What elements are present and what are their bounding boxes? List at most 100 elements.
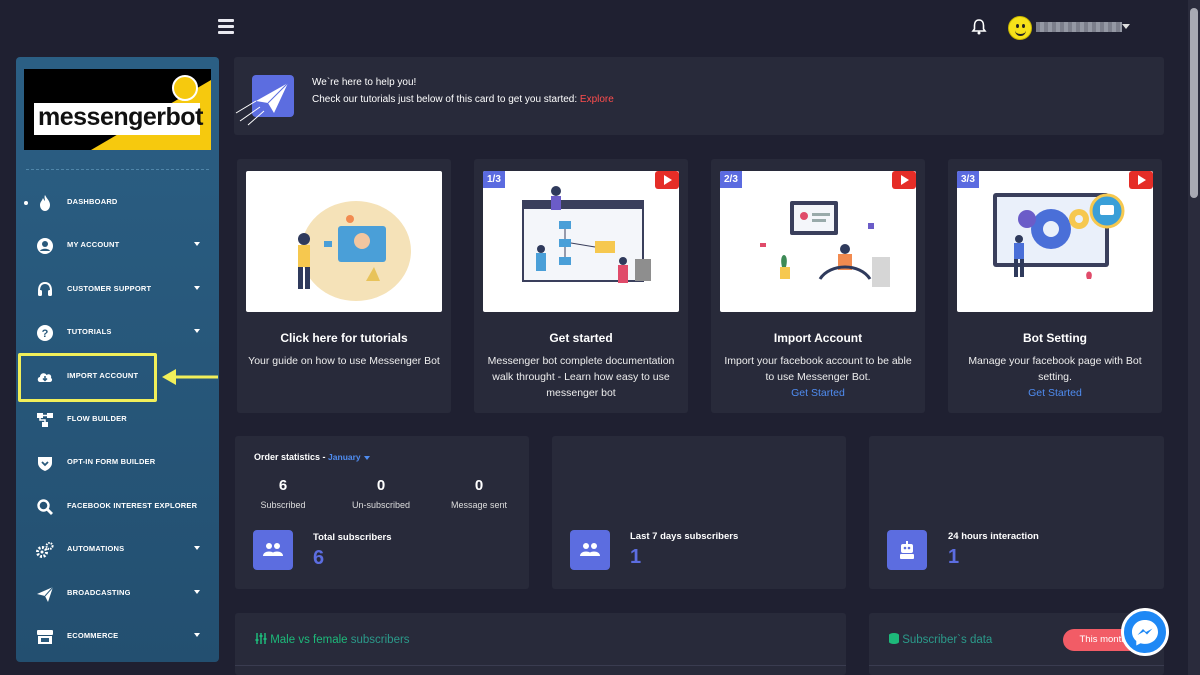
paper-plane-icon [235,75,294,126]
sidebar-item-flow-builder[interactable]: FLOW BUILDER [16,400,219,440]
sidebar-item-label: CUSTOMER SUPPORT [67,284,152,293]
logo-text-accent: bot [165,103,204,131]
username-blurred[interactable] [1036,22,1122,32]
scrollbar[interactable] [1188,0,1200,675]
order-statistics-label: Order statistics - [254,452,326,462]
tutorial-illustration [522,186,651,283]
sidebar-item-label: TUTORIALS [67,327,112,336]
logo-text-main: messenger [38,103,166,131]
tutorial-thumbnail[interactable] [246,171,442,312]
subscriber-data-card: Subscriber`s data This month [869,613,1164,675]
tutorial-card: 3/3 Bot Setting Manage your facebook pag… [948,159,1162,413]
sidebar-item-label: BROADCASTING [67,588,131,597]
stat-caption: Subscribed [260,500,306,510]
divider [869,665,1164,666]
paper-plane-icon [37,586,54,602]
chevron-down-icon[interactable] [363,455,370,460]
messenger-icon [1132,620,1158,646]
stat-caption: Un-subscribed [351,500,411,510]
last-7-days-value: 1 [630,546,642,568]
messenger-chat-button[interactable] [1121,608,1169,656]
last-7-days-label: Last 7 days subscribers [630,531,739,542]
tutorial-desc: Your guide on how to use Messenger Bot [245,353,443,369]
sidebar-item-dashboard[interactable]: DASHBOARD [16,183,219,223]
order-statistics-card: Order statistics - January 6 Subscribed … [235,436,529,589]
hamburger-icon[interactable] [218,19,234,34]
chevron-down-icon [194,590,200,594]
sidebar-item-broadcasting[interactable]: BROADCASTING [16,574,219,614]
divider [26,169,209,170]
question-icon: ? [37,325,53,341]
step-badge: 2/3 [720,171,742,188]
interaction-value: 1 [948,546,960,568]
sidebar: messengerbot DASHBOARD MY ACCOUNT CUSTOM… [16,57,219,662]
tutorial-thumbnail[interactable]: 1/3 [483,171,679,312]
search-icon [37,499,53,515]
tutorial-thumbnail[interactable]: 2/3 [720,171,916,312]
step-badge: 1/3 [483,171,505,188]
sidebar-item-ecommerce[interactable]: ECOMMERCE [16,617,219,657]
total-subscribers-value: 6 [313,547,325,569]
sidebar-item-automations[interactable]: AUTOMATIONS [16,530,219,570]
logo[interactable]: messengerbot [24,69,211,150]
flow-icon [37,413,53,427]
tutorial-desc-text: Manage your facebook page with Bot setti… [968,355,1142,383]
sidebar-item-label: ECOMMERCE [67,631,119,640]
svg-text:?: ? [42,328,49,340]
chevron-down-icon[interactable] [1122,24,1130,29]
sidebar-item-label: FLOW BUILDER [67,414,127,423]
chevron-down-icon [194,633,200,637]
help-line-text: Check our tutorials just below of this c… [312,94,578,105]
youtube-play-icon[interactable] [892,171,916,189]
sidebar-item-my-account[interactable]: MY ACCOUNT [16,226,219,266]
help-title: We`re here to help you! [312,77,417,88]
tutorial-title: Import Account [773,331,863,345]
tutorial-illustration [298,201,411,301]
stat-value: 0 [376,477,386,494]
sidebar-item-tutorials[interactable]: ? TUTORIALS [16,313,219,353]
gender-chart-card: Male vs female subscribers [235,613,846,675]
sliders-icon [255,633,267,644]
get-started-link[interactable]: Get Started [1028,387,1082,399]
explore-link[interactable]: Explore [580,94,614,105]
top-navbar [0,0,1200,56]
user-icon [37,238,53,254]
robot-icon [887,530,927,570]
tutorial-card: 1/3 Get started Messenger bot complete d… [474,159,688,413]
tutorial-card: 2/3 Import Account Import your facebook … [711,159,925,413]
subscriber-data-text: Subscriber`s data [902,634,993,646]
shield-icon [38,457,52,471]
avatar[interactable] [1008,16,1032,40]
month-dropdown[interactable]: January [328,452,361,462]
help-card: We`re here to help you! Check our tutori… [234,57,1164,135]
sidebar-item-facebook-interest-explorer[interactable]: FACEBOOK INTEREST EXPLORER [16,487,219,527]
sidebar-item-label: FACEBOOK INTEREST EXPLORER [67,501,198,510]
stat-subscribed: 6 Subscribed [238,477,328,510]
stat-message-sent: 0 Message sent [434,477,524,510]
active-dot [24,201,28,205]
stat-unsubscribed: 0 Un-subscribed [336,477,426,510]
last-7-days-card: Last 7 days subscribers 1 [552,436,846,589]
gender-chart-title: Male vs female subscribers [255,633,410,646]
interaction-card: 24 hours interaction 1 [869,436,1164,589]
youtube-play-icon[interactable] [1129,171,1153,189]
subscriber-data-title: Subscriber`s data [889,633,992,646]
tutorial-desc: Manage your facebook page with Bot setti… [956,353,1154,401]
tutorial-card: Click here for tutorials Your guide on h… [237,159,451,413]
sidebar-item-label: MY ACCOUNT [67,240,120,249]
sidebar-item-customer-support[interactable]: CUSTOMER SUPPORT [16,270,219,310]
tutorial-desc-text: Your guide on how to use Messenger Bot [248,355,440,367]
scrollbar-thumb[interactable] [1190,8,1198,198]
order-statistics-heading: Order statistics - January [254,452,370,462]
get-started-link[interactable]: Get Started [791,387,845,399]
stat-value: 6 [278,477,288,494]
divider [235,665,846,666]
youtube-play-icon[interactable] [655,171,679,189]
tutorial-thumbnail[interactable]: 3/3 [957,171,1153,312]
tutorial-illustration [993,193,1125,279]
gender-title-main: Male vs female [270,634,348,646]
sidebar-item-opt-in-form-builder[interactable]: OPT-IN FORM BUILDER [16,443,219,483]
bell-icon[interactable] [970,18,988,36]
step-badge: 3/3 [957,171,979,188]
help-text: Check our tutorials just below of this c… [312,94,614,105]
